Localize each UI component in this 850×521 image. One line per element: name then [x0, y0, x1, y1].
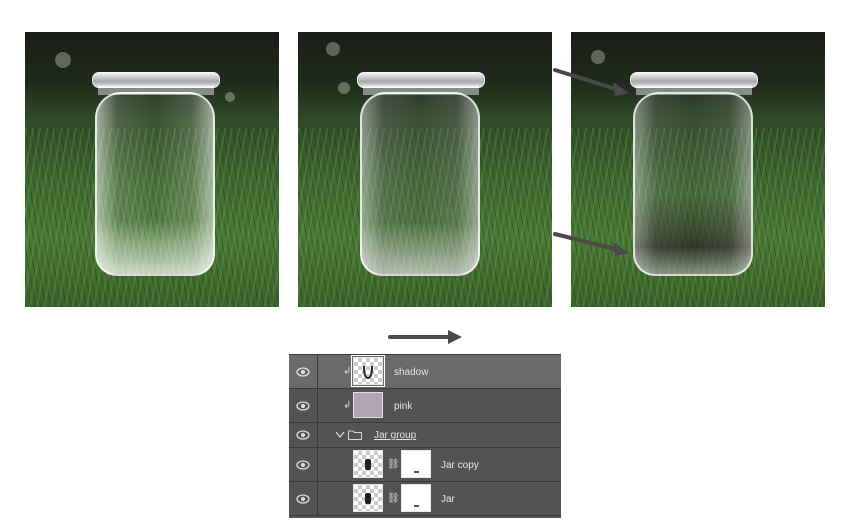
layers-panel: ↲ shadow ↲ pink Jar group ⛓ Jar copy ⛓ J… — [289, 354, 561, 518]
chain-link-icon[interactable]: ⛓ — [387, 459, 400, 471]
jar-shape-icon — [365, 493, 371, 504]
visibility-toggle[interactable] — [289, 448, 318, 481]
layer-name: Jar copy — [441, 460, 479, 471]
glass-jar — [357, 72, 485, 282]
photo-pink-tint-jar — [298, 32, 552, 307]
clip-arrow-icon: ↲ — [343, 366, 352, 377]
eye-icon — [296, 400, 310, 411]
layer-row-jar-copy[interactable]: ⛓ Jar copy — [289, 448, 561, 482]
photo-original-jar — [25, 32, 279, 307]
mask-shape-icon — [414, 505, 419, 507]
glass-jar — [92, 72, 220, 282]
layer-row-jar-group[interactable]: Jar group — [289, 423, 561, 448]
glass-jar — [630, 72, 758, 282]
eye-icon — [296, 430, 310, 440]
layer-name: shadow — [394, 367, 429, 378]
layer-row-pink[interactable]: ↲ pink — [289, 389, 561, 423]
bokeh-light — [338, 82, 350, 94]
visibility-toggle[interactable] — [289, 423, 318, 447]
bokeh-light — [225, 92, 235, 102]
jar-shape-icon — [363, 365, 373, 380]
layer-thumbnail[interactable] — [353, 484, 383, 512]
layer-name: Jar — [441, 494, 455, 505]
bokeh-light — [55, 52, 71, 68]
chain-link-icon[interactable]: ⛓ — [387, 493, 400, 505]
visibility-toggle[interactable] — [289, 482, 318, 515]
jar-body — [360, 92, 480, 276]
layer-mask-thumbnail[interactable] — [401, 484, 431, 512]
bokeh-light — [591, 50, 605, 64]
pointer-arrow-top — [553, 68, 629, 96]
bokeh-light — [326, 42, 340, 56]
mask-shape-icon — [414, 471, 419, 473]
chevron-down-icon[interactable] — [335, 431, 345, 439]
layer-name: Jar group — [374, 430, 417, 441]
clip-arrow-icon: ↲ — [343, 400, 352, 411]
layer-mask-thumbnail[interactable] — [401, 450, 431, 478]
layer-row-shadow[interactable]: ↲ shadow — [289, 355, 561, 389]
pointer-arrow-bottom — [553, 232, 629, 256]
jar-body — [633, 92, 753, 276]
layer-row-jar[interactable]: ⛓ Jar — [289, 482, 561, 516]
folder-icon — [348, 430, 362, 440]
jar-body — [95, 92, 215, 276]
layer-thumbnail[interactable] — [353, 450, 383, 478]
eye-icon — [296, 459, 310, 470]
layer-thumbnail[interactable] — [351, 355, 385, 387]
eye-icon — [296, 366, 310, 377]
color-fill-swatch[interactable] — [353, 392, 383, 418]
jar-shape-icon — [365, 459, 371, 470]
visibility-toggle[interactable] — [289, 389, 318, 422]
visibility-toggle[interactable] — [289, 355, 318, 388]
right-arrow-icon — [388, 330, 462, 344]
layer-name: pink — [394, 401, 413, 412]
eye-icon — [296, 493, 310, 504]
